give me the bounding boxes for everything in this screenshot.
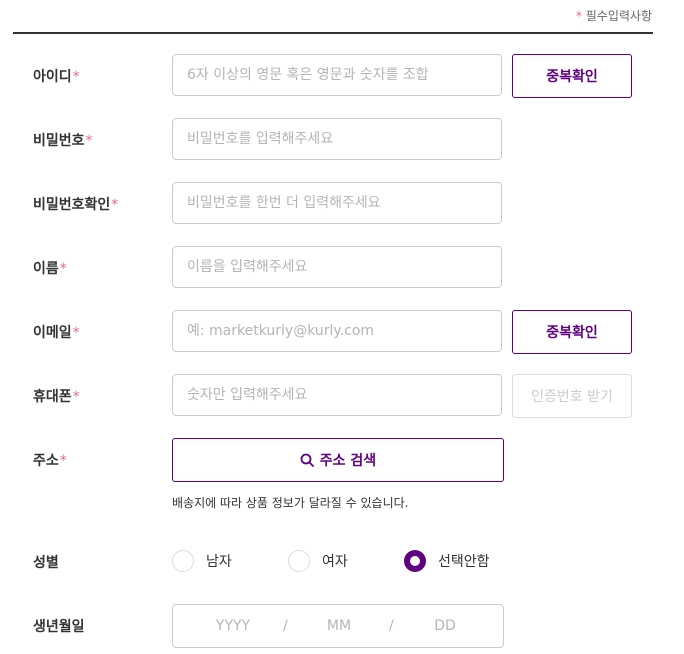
name-label: 이름* bbox=[33, 258, 67, 278]
birthdate-label: 생년월일 bbox=[33, 619, 85, 635]
row-password: 비밀번호* bbox=[33, 118, 653, 162]
search-icon bbox=[300, 453, 314, 467]
birth-separator: / bbox=[389, 618, 394, 634]
phone-input[interactable] bbox=[172, 374, 502, 416]
password-confirm-label: 비밀번호확인* bbox=[33, 194, 118, 214]
birth-year-input[interactable]: YYYY bbox=[203, 618, 263, 634]
password-label-text: 비밀번호 bbox=[33, 133, 85, 149]
gender-option-label: 선택안함 bbox=[438, 554, 490, 570]
password-confirm-input[interactable] bbox=[172, 182, 502, 224]
email-label: 이메일* bbox=[33, 322, 80, 342]
radio-button[interactable] bbox=[172, 550, 194, 572]
birth-month-input[interactable]: MM bbox=[309, 618, 369, 634]
required-star: * bbox=[85, 133, 93, 149]
row-name: 이름* bbox=[33, 246, 653, 290]
required-star: * bbox=[72, 69, 80, 85]
id-label-text: 아이디 bbox=[33, 69, 72, 85]
gender-radio-group: 남자 여자 선택안함 bbox=[172, 540, 652, 584]
gender-option-female[interactable]: 여자 bbox=[288, 550, 348, 572]
request-verification-code-button[interactable]: 인증번호 받기 bbox=[512, 374, 632, 418]
address-label-text: 주소 bbox=[33, 453, 59, 469]
password-label: 비밀번호* bbox=[33, 130, 93, 150]
id-duplicate-check-button[interactable]: 중복확인 bbox=[512, 54, 632, 98]
id-input[interactable] bbox=[172, 54, 502, 96]
required-star: * bbox=[72, 325, 80, 341]
gender-option-label: 남자 bbox=[206, 554, 232, 570]
birth-separator: / bbox=[283, 618, 288, 634]
address-note: 배송지에 따라 상품 정보가 달라질 수 있습니다. bbox=[172, 496, 409, 510]
radio-button[interactable] bbox=[288, 550, 310, 572]
address-search-label: 주소 검색 bbox=[319, 453, 377, 469]
required-star: * bbox=[111, 197, 119, 213]
birth-day-input[interactable]: DD bbox=[415, 618, 475, 634]
password-confirm-label-text: 비밀번호확인 bbox=[33, 197, 111, 213]
required-note: * 필수입력사항 bbox=[576, 7, 652, 24]
required-note-text: 필수입력사항 bbox=[581, 9, 652, 23]
radio-button-checked[interactable] bbox=[404, 550, 426, 572]
password-input[interactable] bbox=[172, 118, 502, 160]
row-address: 주소* 주소 검색 배송지에 따라 상품 정보가 달라질 수 있습니다. bbox=[33, 438, 653, 518]
email-duplicate-check-button[interactable]: 중복확인 bbox=[512, 310, 632, 354]
row-gender: 성별 남자 여자 선택안함 bbox=[33, 540, 653, 584]
gender-option-none[interactable]: 선택안함 bbox=[404, 550, 490, 572]
id-label: 아이디* bbox=[33, 66, 80, 86]
required-star: * bbox=[59, 453, 67, 469]
top-divider bbox=[13, 32, 653, 34]
gender-option-label: 여자 bbox=[322, 554, 348, 570]
name-input[interactable] bbox=[172, 246, 502, 288]
email-input[interactable] bbox=[172, 310, 502, 352]
row-email: 이메일* 중복확인 bbox=[33, 310, 653, 354]
row-password-confirm: 비밀번호확인* bbox=[33, 182, 653, 226]
birthdate-field: YYYY / MM / DD bbox=[172, 604, 504, 648]
required-star: * bbox=[59, 261, 67, 277]
address-label: 주소* bbox=[33, 450, 67, 470]
row-birthdate: 생년월일 YYYY / MM / DD bbox=[33, 604, 653, 648]
name-label-text: 이름 bbox=[33, 261, 59, 277]
phone-label: 휴대폰* bbox=[33, 386, 80, 406]
row-phone: 휴대폰* 인증번호 받기 bbox=[33, 374, 653, 418]
row-id: 아이디* 중복확인 bbox=[33, 54, 653, 98]
required-star: * bbox=[72, 389, 80, 405]
address-search-button[interactable]: 주소 검색 bbox=[172, 438, 504, 482]
email-label-text: 이메일 bbox=[33, 325, 72, 341]
phone-label-text: 휴대폰 bbox=[33, 389, 72, 405]
gender-option-male[interactable]: 남자 bbox=[172, 550, 232, 572]
gender-label: 성별 bbox=[33, 555, 59, 571]
